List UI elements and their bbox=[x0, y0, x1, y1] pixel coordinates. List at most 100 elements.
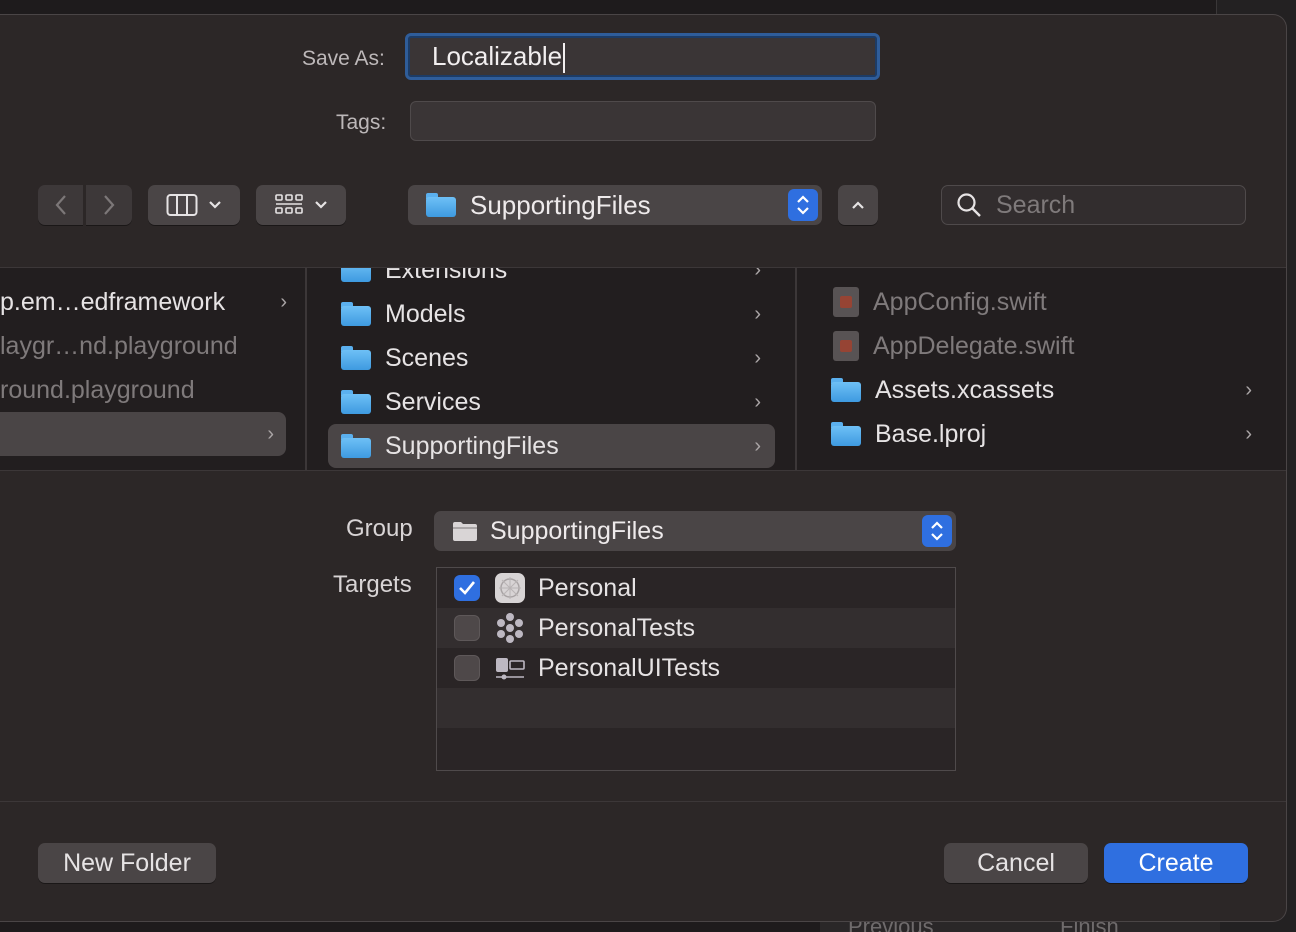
list-item[interactable]: p.em…edframework › bbox=[0, 280, 287, 324]
tags-field[interactable] bbox=[410, 101, 876, 141]
columns-view-icon bbox=[166, 194, 198, 216]
list-item-label: AppDelegate.swift bbox=[873, 331, 1075, 360]
group-value: SupportingFiles bbox=[490, 516, 664, 545]
app-target-icon bbox=[494, 572, 526, 604]
expand-collapse-button[interactable] bbox=[838, 185, 878, 225]
group-label: Group bbox=[346, 515, 413, 542]
list-item[interactable]: AppDelegate.swift bbox=[833, 324, 1252, 368]
swift-file-icon bbox=[833, 331, 859, 361]
folder-icon bbox=[341, 268, 371, 282]
forward-button[interactable] bbox=[86, 185, 132, 225]
list-item-selected[interactable]: SupportingFiles › bbox=[328, 424, 775, 468]
list-item-label: Services bbox=[385, 387, 481, 416]
targets-label: Targets bbox=[333, 571, 412, 598]
target-row[interactable]: Personal bbox=[437, 568, 955, 608]
target-row-empty bbox=[437, 728, 955, 770]
list-item-label: Models bbox=[385, 299, 466, 328]
chevron-right-icon: › bbox=[1245, 422, 1252, 445]
ui-test-bundle-icon bbox=[494, 652, 526, 684]
target-row-empty bbox=[437, 688, 955, 728]
chevron-right-icon: › bbox=[754, 268, 761, 281]
browser-column-3: AppConfig.swift AppDelegate.swift Assets… bbox=[797, 268, 1286, 470]
targets-list: Personal PersonalTests PersonalUITests bbox=[436, 567, 956, 771]
group-popup[interactable]: SupportingFiles bbox=[434, 511, 956, 551]
list-item[interactable]: Models › bbox=[341, 292, 761, 336]
target-name: PersonalUITests bbox=[538, 653, 721, 682]
target-checkbox[interactable] bbox=[454, 655, 480, 681]
swift-file-icon bbox=[833, 287, 859, 317]
chevron-right-icon: › bbox=[280, 290, 287, 313]
chevron-right-icon: › bbox=[754, 434, 761, 457]
tags-label: Tags: bbox=[336, 111, 387, 134]
list-item-selected[interactable]: › bbox=[0, 412, 286, 456]
group-mode-button[interactable] bbox=[256, 185, 346, 225]
list-item[interactable]: Services › bbox=[341, 380, 761, 424]
updown-chevron-icon bbox=[788, 189, 818, 221]
list-item[interactable]: Scenes › bbox=[341, 336, 761, 380]
new-folder-button[interactable]: New Folder bbox=[38, 843, 216, 883]
browser-column-2: Extensions › Models › Scenes › Services … bbox=[307, 268, 797, 470]
chevron-right-icon: › bbox=[754, 302, 761, 325]
checkmark-icon bbox=[459, 581, 476, 595]
folder-icon bbox=[426, 193, 456, 217]
target-row[interactable]: PersonalTests bbox=[437, 608, 955, 648]
save-sheet: Save As: Localizable Tags: SupportingFil… bbox=[0, 14, 1287, 922]
list-item-label: SupportingFiles bbox=[385, 431, 559, 460]
folder-icon bbox=[341, 302, 371, 326]
footer-divider bbox=[0, 801, 1286, 802]
list-item[interactable]: Assets.xcassets › bbox=[831, 368, 1252, 412]
search-field[interactable]: Search bbox=[941, 185, 1246, 225]
test-bundle-icon bbox=[494, 612, 526, 644]
list-item-label: Extensions bbox=[385, 268, 508, 284]
list-item-label: Base.lproj bbox=[875, 419, 987, 448]
list-item[interactable]: Extensions › bbox=[341, 268, 761, 292]
text-caret bbox=[563, 43, 566, 74]
list-item-label: round.playground bbox=[0, 375, 195, 404]
group-folder-icon bbox=[453, 522, 477, 541]
target-checkbox[interactable] bbox=[454, 615, 480, 641]
location-value: SupportingFiles bbox=[470, 189, 651, 220]
create-button[interactable]: Create bbox=[1104, 843, 1248, 883]
save-as-field[interactable]: Localizable bbox=[405, 33, 880, 80]
chevron-right-icon bbox=[104, 195, 115, 215]
cancel-label: Cancel bbox=[977, 848, 1055, 877]
view-mode-button[interactable] bbox=[148, 185, 240, 225]
chevron-up-icon bbox=[852, 201, 864, 209]
search-icon bbox=[957, 193, 981, 217]
create-label: Create bbox=[1138, 848, 1214, 877]
chevron-right-icon: › bbox=[267, 422, 274, 445]
save-as-label: Save As: bbox=[302, 47, 385, 70]
list-item-label: laygr…nd.playground bbox=[0, 331, 238, 360]
list-item[interactable]: AppConfig.swift bbox=[833, 280, 1252, 324]
list-item[interactable]: round.playground bbox=[0, 368, 305, 412]
browser-column-1: p.em…edframework › laygr…nd.playground r… bbox=[0, 268, 307, 470]
folder-icon bbox=[831, 378, 861, 402]
chevron-left-icon bbox=[55, 195, 66, 215]
new-folder-label: New Folder bbox=[63, 848, 191, 877]
list-item-label: AppConfig.swift bbox=[873, 287, 1047, 316]
save-as-value: Localizable bbox=[432, 41, 563, 71]
cancel-button[interactable]: Cancel bbox=[944, 843, 1088, 883]
folder-icon bbox=[341, 434, 371, 458]
target-name: Personal bbox=[538, 573, 637, 602]
chevron-down-icon bbox=[315, 201, 327, 209]
chevron-right-icon: › bbox=[754, 346, 761, 369]
list-item-label: p.em…edframework bbox=[0, 287, 226, 316]
target-checkbox[interactable] bbox=[454, 575, 480, 601]
target-row[interactable]: PersonalUITests bbox=[437, 648, 955, 688]
search-placeholder: Search bbox=[996, 190, 1076, 219]
list-item-label: Assets.xcassets bbox=[875, 375, 1055, 404]
folder-icon bbox=[341, 346, 371, 370]
folder-icon bbox=[831, 422, 861, 446]
list-item-label: Scenes bbox=[385, 343, 469, 372]
back-button[interactable] bbox=[38, 185, 83, 225]
folder-icon bbox=[341, 390, 371, 414]
chevron-right-icon: › bbox=[754, 390, 761, 413]
updown-chevron-icon bbox=[922, 515, 952, 547]
chevron-down-icon bbox=[209, 201, 221, 209]
list-item[interactable]: laygr…nd.playground bbox=[0, 324, 305, 368]
list-item[interactable]: Base.lproj › bbox=[831, 412, 1252, 456]
location-popup[interactable]: SupportingFiles bbox=[408, 185, 822, 225]
grid-group-icon bbox=[275, 194, 303, 214]
target-name: PersonalTests bbox=[538, 613, 696, 642]
